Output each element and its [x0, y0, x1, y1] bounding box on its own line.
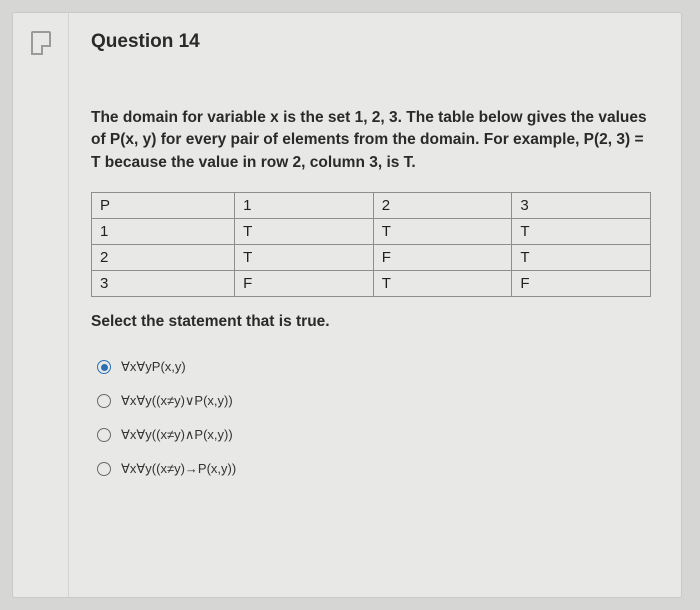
table-cell: 3: [92, 271, 235, 297]
table-cell: T: [235, 245, 374, 271]
table-cell: T: [512, 245, 651, 271]
table-row: 3 F T F: [92, 271, 651, 297]
question-content: Question 14 The domain for variable x is…: [69, 13, 681, 597]
radio-icon: [97, 394, 111, 408]
option-label: ∀x∀y((x≠y)∨P(x,y)): [121, 393, 233, 409]
table-cell: F: [373, 245, 512, 271]
option-label: ∀x∀y((x≠y)→P(x,y)): [121, 461, 236, 477]
radio-icon: [97, 360, 111, 374]
option-label: ∀x∀yP(x,y): [121, 359, 186, 375]
option-2[interactable]: ∀x∀y((x≠y)∧P(x,y)): [97, 427, 651, 443]
table-row: 2 T F T: [92, 245, 651, 271]
question-title: Question 14: [91, 31, 651, 53]
select-instruction: Select the statement that is true.: [91, 313, 651, 331]
table-cell: 2: [92, 245, 235, 271]
table-cell: F: [235, 271, 374, 297]
table-cell: 3: [512, 193, 651, 219]
table-cell: F: [512, 271, 651, 297]
bookmark-icon[interactable]: [31, 31, 51, 55]
question-card: Question 14 The domain for variable x is…: [12, 12, 682, 598]
option-3[interactable]: ∀x∀y((x≠y)→P(x,y)): [97, 461, 651, 477]
table-row: 1 T T T: [92, 219, 651, 245]
question-prompt: The domain for variable x is the set 1, …: [91, 107, 651, 174]
table-cell: 2: [373, 193, 512, 219]
flag-column: [13, 13, 69, 597]
table-cell: T: [512, 219, 651, 245]
table-row: P 1 2 3: [92, 193, 651, 219]
option-0[interactable]: ∀x∀yP(x,y): [97, 359, 651, 375]
table-cell: T: [373, 271, 512, 297]
radio-icon: [97, 462, 111, 476]
options-group: ∀x∀yP(x,y) ∀x∀y((x≠y)∨P(x,y)) ∀x∀y((x≠y)…: [91, 359, 651, 477]
option-1[interactable]: ∀x∀y((x≠y)∨P(x,y)): [97, 393, 651, 409]
table-cell: P: [92, 193, 235, 219]
radio-icon: [97, 428, 111, 442]
table-cell: T: [373, 219, 512, 245]
truth-table: P 1 2 3 1 T T T 2 T F T 3 F T F: [91, 192, 651, 297]
table-cell: 1: [92, 219, 235, 245]
table-cell: T: [235, 219, 374, 245]
table-cell: 1: [235, 193, 374, 219]
option-label: ∀x∀y((x≠y)∧P(x,y)): [121, 427, 233, 443]
